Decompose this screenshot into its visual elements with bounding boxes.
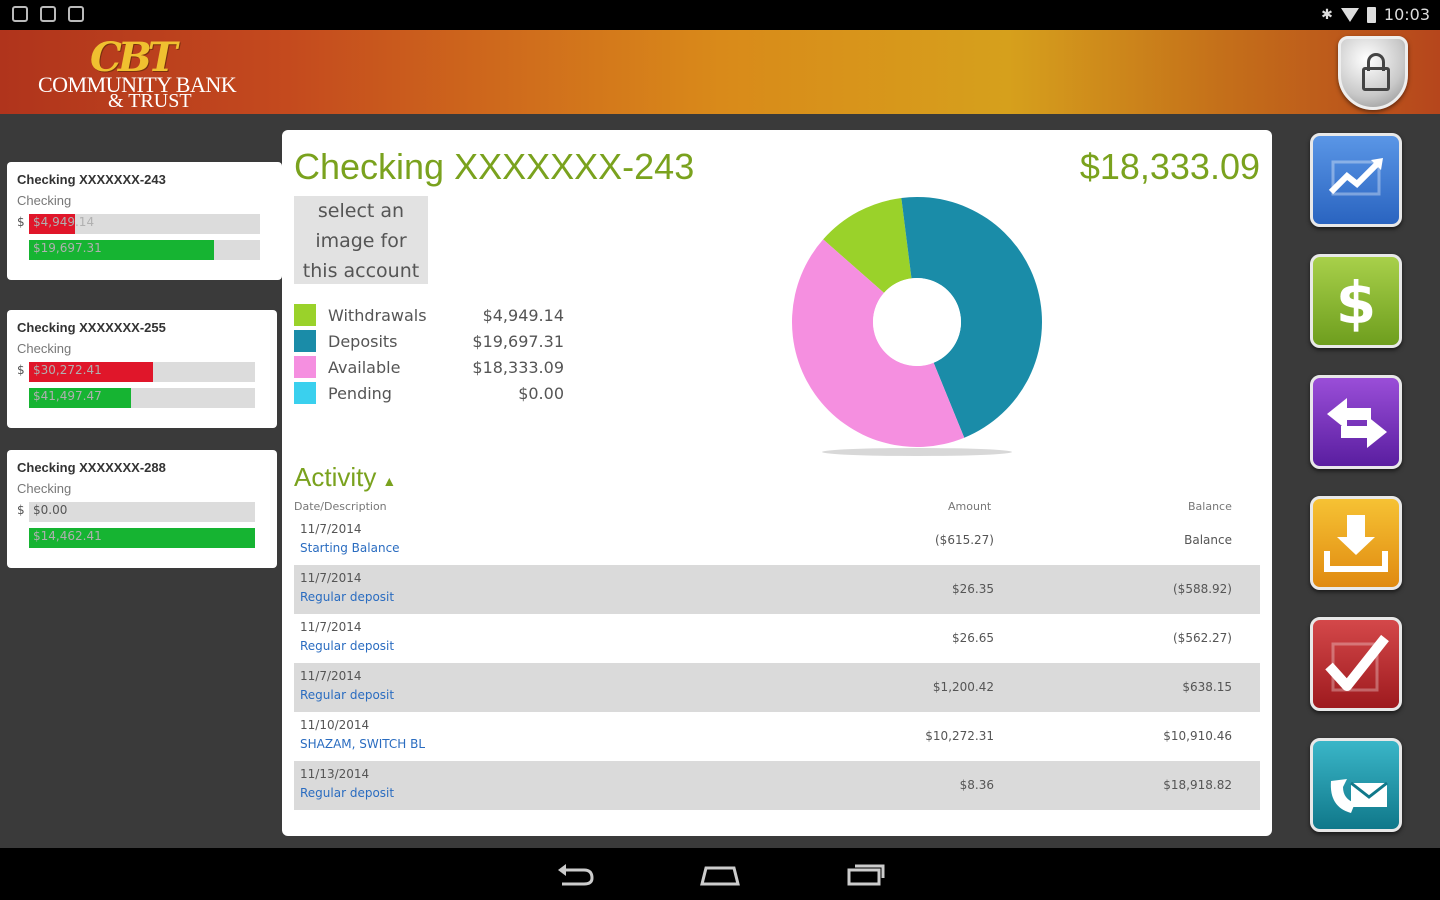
chart-legend: Withdrawals $4,949.14 Deposits $19,697.3… (294, 302, 564, 406)
status-bar: ✱ 10:03 (0, 0, 1440, 30)
account-balance: $18,333.09 (1079, 146, 1260, 187)
lock-button[interactable] (1338, 36, 1408, 110)
account-type: Checking (17, 481, 72, 496)
caret-up-icon: ▲ (382, 473, 397, 489)
deposits-bar: $41,497.47 (17, 386, 267, 408)
legend-item: Pending $0.00 (294, 380, 564, 406)
account-detail-panel: Checking XXXXXXX-243 $18,333.09 select a… (282, 130, 1272, 836)
bluetooth-icon: ✱ (1321, 6, 1333, 23)
account-card-243[interactable]: Checking XXXXXXX-243 Checking $ $4,949.1… (7, 162, 282, 280)
bank-chart-icon (1328, 158, 1383, 196)
pie-hole (873, 278, 961, 366)
col-amount-header: Amount (948, 500, 992, 513)
deposits-bar: $19,697.31 (17, 238, 272, 260)
table-row[interactable]: 11/7/2014 Regular deposit $26.35 ($588.9… (294, 565, 1260, 614)
account-card-255[interactable]: Checking XXXXXXX-255 Checking $ $30,272.… (7, 310, 277, 428)
bank-logo: CBT COMMUNITY BANK & TRUST (36, 34, 276, 112)
account-card-288[interactable]: Checking XXXXXXX-288 Checking $ $0.00 $1… (7, 450, 277, 568)
account-name: Checking XXXXXXX-288 (17, 460, 166, 475)
account-title: Checking XXXXXXX-243 (294, 146, 695, 187)
withdrawals-bar: $ $30,272.41 (17, 360, 267, 382)
battery-icon (1366, 6, 1376, 23)
home-icon[interactable] (698, 860, 742, 888)
account-name: Checking XXXXXXX-243 (17, 172, 166, 187)
table-row[interactable]: 11/7/2014 Starting Balance ($615.27) Bal… (294, 516, 1260, 565)
table-row[interactable]: 11/7/2014 Regular deposit $26.65 ($562.2… (294, 614, 1260, 663)
contact-button[interactable] (1310, 738, 1402, 832)
notification-icon (68, 6, 84, 22)
wifi-icon (1340, 7, 1359, 22)
download-tray-icon (1324, 515, 1388, 572)
withdrawals-bar: $ $0.00 (17, 500, 267, 522)
notification-icons (12, 6, 84, 22)
deposits-value: $19,697.31 (33, 241, 102, 255)
account-name: Checking XXXXXXX-255 (17, 320, 166, 335)
notification-icon (40, 6, 56, 22)
legend-item: Withdrawals $4,949.14 (294, 302, 564, 328)
checks-button[interactable] (1310, 617, 1402, 711)
svg-text:$: $ (1336, 269, 1376, 337)
legend-item: Available $18,333.09 (294, 354, 564, 380)
deposits-value: $14,462.41 (33, 529, 102, 543)
withdrawals-value: $4,949.14 (33, 215, 95, 229)
table-row[interactable]: 11/7/2014 Regular deposit $1,200.42 $638… (294, 663, 1260, 712)
withdrawals-value: $0.00 (33, 503, 68, 517)
dollar-icon: $ (1336, 269, 1376, 337)
clock: 10:03 (1383, 5, 1430, 24)
activity-header[interactable]: Activity ▲ (294, 462, 396, 493)
col-date-header: Date/Description (294, 500, 387, 513)
table-row[interactable]: 11/10/2014 SHAZAM, SWITCH BL $10,272.31 … (294, 712, 1260, 761)
deposit-button[interactable] (1310, 496, 1402, 590)
android-nav-bar (0, 848, 1440, 900)
activity-list: 11/7/2014 Starting Balance ($615.27) Bal… (294, 516, 1260, 810)
col-balance-header: Balance (1188, 500, 1232, 513)
pay-bills-button[interactable]: $ (1310, 254, 1402, 348)
select-image-button[interactable]: select an image for this account (294, 196, 428, 284)
back-icon[interactable] (554, 860, 598, 888)
account-type: Checking (17, 193, 72, 208)
phone-mail-icon (1330, 779, 1388, 813)
deposits-bar: $14,462.41 (17, 526, 267, 548)
withdrawals-value: $30,272.41 (33, 363, 102, 377)
transfer-arrows-icon (1327, 398, 1387, 448)
account-type: Checking (17, 341, 72, 356)
transfers-button[interactable] (1310, 375, 1402, 469)
table-row[interactable]: 11/13/2014 Regular deposit $8.36 $18,918… (294, 761, 1260, 810)
app-header: CBT COMMUNITY BANK & TRUST (0, 30, 1440, 114)
balance-pie-chart (792, 196, 1043, 456)
checkmark-icon (1325, 634, 1389, 692)
notification-icon (12, 6, 28, 22)
accounts-button[interactable] (1310, 133, 1402, 227)
withdrawals-bar: $ $4,949.14 (17, 212, 272, 234)
deposits-value: $41,497.47 (33, 389, 102, 403)
legend-item: Deposits $19,697.31 (294, 328, 564, 354)
logo-text-line2: & TRUST (108, 90, 192, 112)
recent-apps-icon[interactable] (843, 860, 887, 888)
